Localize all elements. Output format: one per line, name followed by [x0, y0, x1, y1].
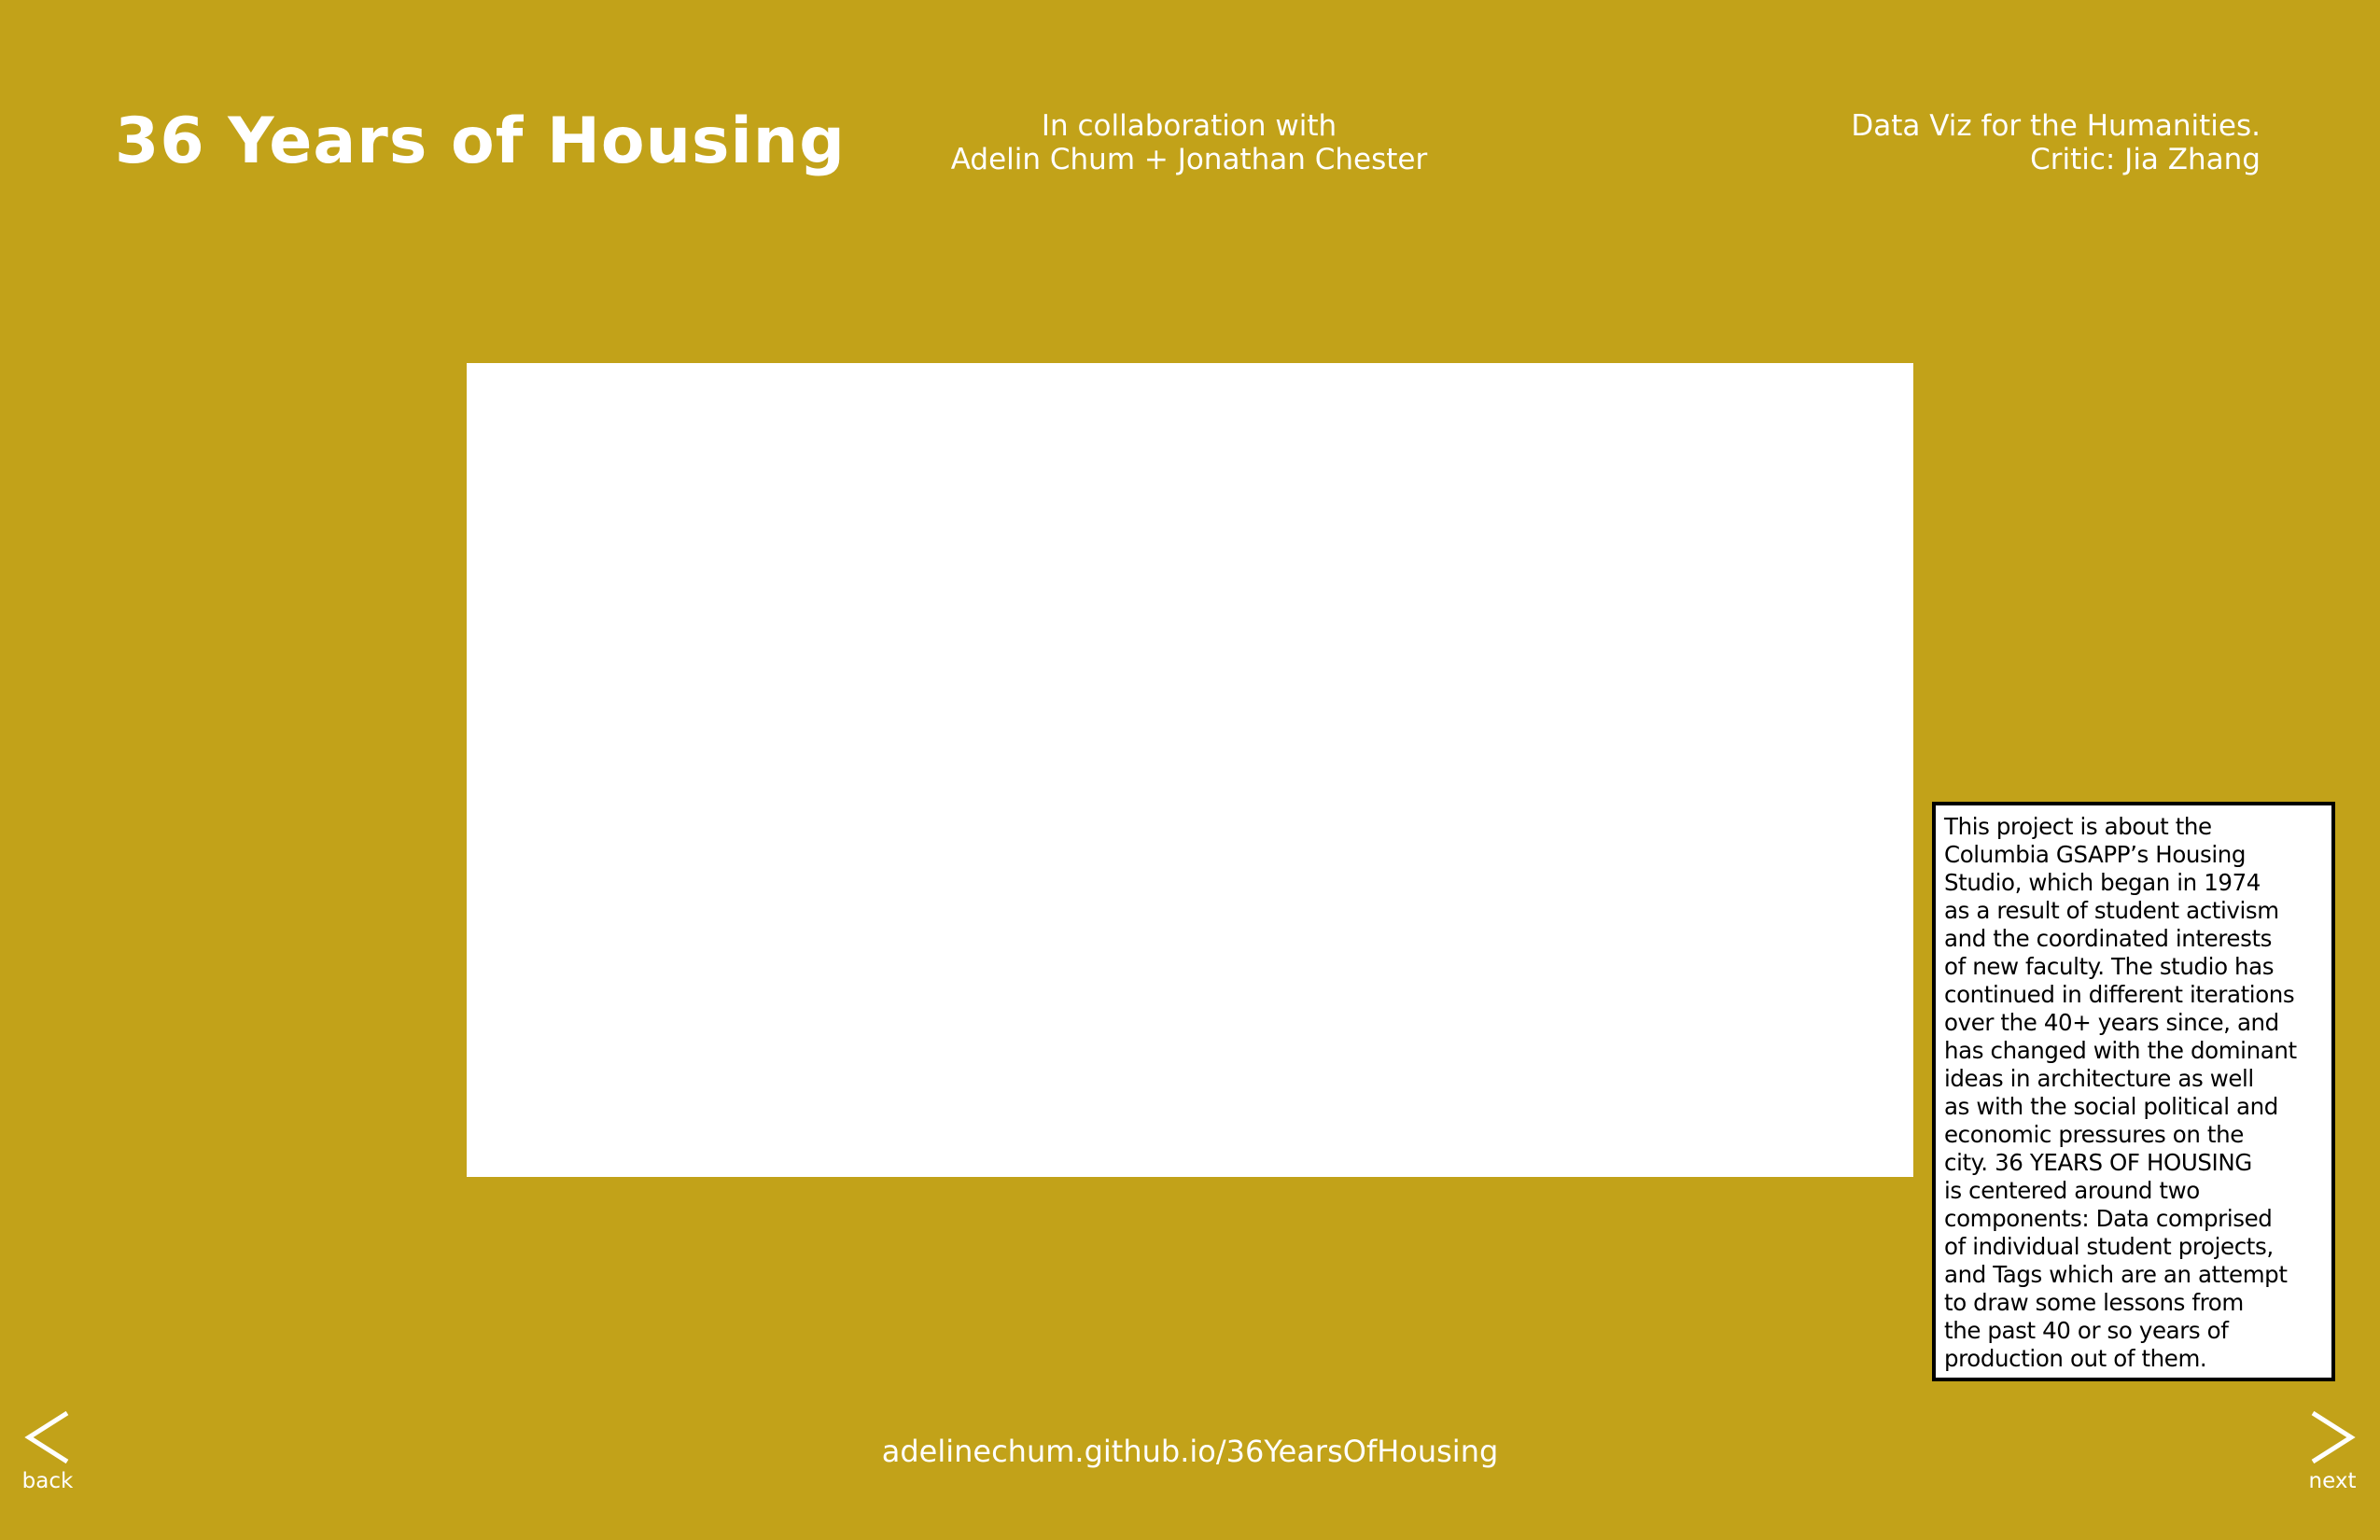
description-line: as with the social political and — [1944, 1093, 2278, 1120]
next-label: next — [2308, 1469, 2357, 1493]
course-credit: Data Viz for the Humanities. Critic: Jia… — [1607, 109, 2261, 176]
description-line: components: Data comprised — [1944, 1205, 2273, 1232]
chevron-right-icon — [2311, 1410, 2356, 1464]
description-line: economic pressures on the — [1944, 1121, 2244, 1148]
page-title: 36 Years of Housing — [115, 105, 846, 178]
description-line: over the 40+ years since, and — [1944, 1009, 2279, 1036]
critic-name: Critic: Jia Zhang — [2030, 143, 2261, 176]
collaborator-names: Adelin Chum + Jonathan Chester — [950, 143, 1428, 176]
image-frame — [467, 363, 1913, 1177]
description-line: of individual student projects, — [1944, 1233, 2274, 1260]
description-line: is centered around two — [1944, 1177, 2200, 1204]
project-url[interactable]: adelinechum.github.io/36YearsOfHousing — [723, 1433, 1657, 1470]
description-line: continued in different iterations — [1944, 981, 2295, 1008]
description-line: as a result of student activism — [1944, 897, 2279, 924]
back-label: back — [21, 1469, 74, 1493]
description-line: This project is about the — [1944, 813, 2212, 840]
description-line: ideas in architecture as well — [1944, 1065, 2254, 1092]
collaboration-credit: In collaboration with Adelin Chum + Jona… — [816, 109, 1562, 176]
description-line: the past 40 or so years of — [1944, 1317, 2229, 1344]
description-line: and Tags which are an attempt — [1944, 1261, 2288, 1288]
description-line: city. 36 YEARS OF HOUSING — [1944, 1149, 2252, 1176]
description-line: Columbia GSAPP’s Housing — [1944, 841, 2247, 868]
next-button[interactable]: next — [2303, 1409, 2361, 1493]
description-line: has changed with the dominant — [1944, 1037, 2297, 1064]
chevron-left-icon — [24, 1410, 69, 1464]
collaboration-label: In collaboration with — [1041, 109, 1337, 143]
description-line: to draw some lessons from — [1944, 1289, 2244, 1316]
description-line: production out of them. — [1944, 1345, 2207, 1372]
back-button[interactable]: back — [19, 1409, 77, 1493]
description-line: and the coordinated interests — [1944, 925, 2273, 952]
project-description: This project is about the Columbia GSAPP… — [1932, 802, 2335, 1381]
description-line: of new faculty. The studio has — [1944, 953, 2275, 980]
description-line: Studio, which began in 1974 — [1944, 869, 2261, 896]
course-name: Data Viz for the Humanities. — [1851, 109, 2261, 143]
